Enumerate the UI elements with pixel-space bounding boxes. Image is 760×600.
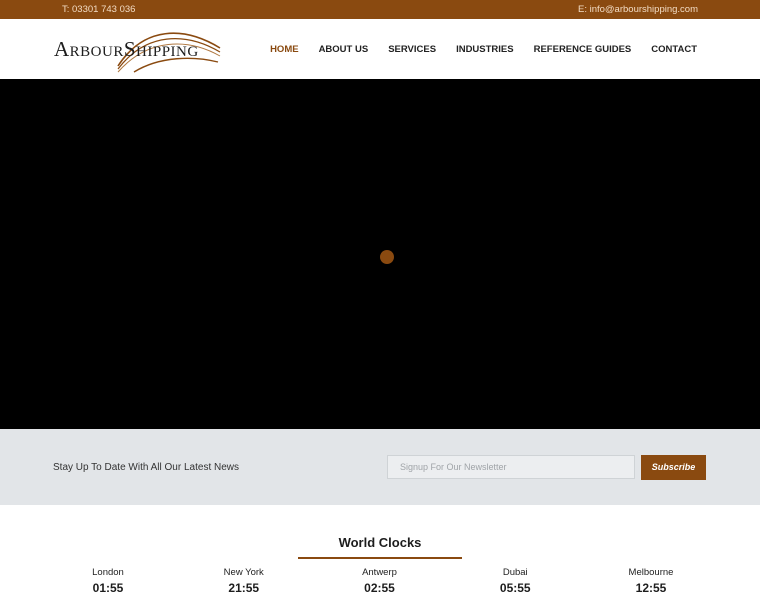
hero-slider[interactable] <box>0 79 760 429</box>
clock-city: Melbourne <box>628 567 674 578</box>
nav-reference-guides[interactable]: REFERENCE GUIDES <box>534 44 632 55</box>
clock-time: 21:55 <box>228 581 260 595</box>
nav-home[interactable]: HOME <box>270 44 299 55</box>
clock-city: New York <box>223 567 264 578</box>
clock-city: Antwerp <box>362 567 397 578</box>
clock-antwerp: Antwerp 02:55 <box>313 567 447 595</box>
phone-link[interactable]: T: 03301 743 036 <box>62 4 135 15</box>
newsletter-label: Stay Up To Date With All Our Latest News <box>53 461 240 473</box>
clock-city: Dubai <box>502 567 528 578</box>
nav-industries[interactable]: INDUSTRIES <box>456 44 514 55</box>
world-clocks: World Clocks London 01:55 New York 21:55… <box>0 505 760 595</box>
clock-row: London 01:55 New York 21:55 Antwerp 02:5… <box>0 559 760 595</box>
top-bar: T: 03301 743 036 E: info@arbourshipping.… <box>0 0 760 19</box>
clock-time: 01:55 <box>92 581 124 595</box>
email-link[interactable]: E: info@arbourshipping.com <box>578 4 698 15</box>
clock-new-york: New York 21:55 <box>177 567 311 595</box>
clock-time: 02:55 <box>364 581 395 595</box>
newsletter-input[interactable] <box>387 455 635 479</box>
nav-contact[interactable]: CONTACT <box>651 44 697 55</box>
clock-city: London <box>92 567 124 578</box>
newsletter-band: Stay Up To Date With All Our Latest News… <box>0 429 760 505</box>
newsletter-form: Subscribe <box>387 454 706 480</box>
site-header: ArbourShipping HOME ABOUT US SERVICES IN… <box>0 19 760 79</box>
clock-dubai: Dubai 05:55 <box>448 567 582 595</box>
nav-services[interactable]: SERVICES <box>388 44 436 55</box>
main-nav: HOME ABOUT US SERVICES INDUSTRIES REFERE… <box>250 44 697 55</box>
clock-melbourne: Melbourne 12:55 <box>584 567 718 595</box>
logo-text: ArbourShipping <box>54 36 199 61</box>
loading-spinner-icon <box>380 250 394 264</box>
logo[interactable]: ArbourShipping <box>54 24 236 74</box>
subscribe-button[interactable]: Subscribe <box>641 454 706 480</box>
clock-time: 05:55 <box>499 581 531 595</box>
nav-about-us[interactable]: ABOUT US <box>319 44 369 55</box>
clock-london: London 01:55 <box>41 567 175 595</box>
world-clocks-title: World Clocks <box>338 535 422 550</box>
clock-time: 12:55 <box>635 581 667 595</box>
